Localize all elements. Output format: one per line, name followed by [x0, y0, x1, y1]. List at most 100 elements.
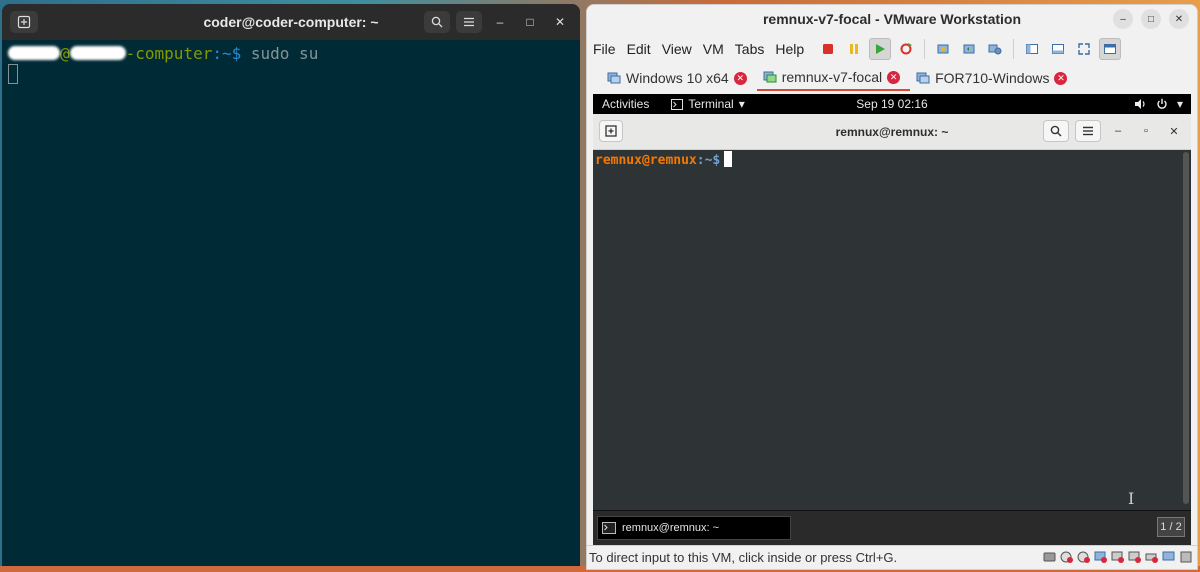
menu-bar: File Edit View VM Tabs Help: [587, 33, 1197, 65]
close-button[interactable]: ✕: [1169, 9, 1189, 29]
cd-drive-icon[interactable]: [1060, 550, 1074, 564]
tab-remnux-v7-focal[interactable]: remnux-v7-focal ✕: [756, 65, 911, 91]
tab-for710-windows[interactable]: FOR710-Windows ✕: [910, 65, 1077, 91]
network-adapter-icon[interactable]: [1094, 550, 1108, 564]
vmware-window[interactable]: remnux-v7-focal - VMware Workstation – □…: [586, 4, 1198, 570]
vm-display[interactable]: Activities Terminal ▾ Sep 19 02:16 ▾ rem…: [593, 94, 1191, 546]
search-button[interactable]: [1043, 120, 1069, 142]
full-screen-button[interactable]: [1073, 38, 1095, 60]
redacted-username: [8, 46, 60, 60]
close-button[interactable]: ✕: [548, 11, 572, 33]
terminal-cursor: [8, 64, 18, 84]
thumbnail-bar-button[interactable]: [1047, 38, 1069, 60]
power-on-button[interactable]: [869, 38, 892, 60]
prompt-user: remnux@remnux: [595, 153, 697, 168]
status-text: To direct input to this VM, click inside…: [589, 550, 898, 565]
power-off-icon: [823, 44, 834, 54]
show-library-button[interactable]: [1021, 38, 1043, 60]
snapshot-icon: [937, 44, 949, 54]
messages-icon[interactable]: [1179, 550, 1193, 564]
power-icon: [1157, 98, 1167, 109]
hard-disk-icon[interactable]: [1043, 550, 1057, 564]
unity-button[interactable]: [1099, 38, 1122, 60]
minimize-button[interactable]: –: [1107, 120, 1129, 142]
maximize-icon: □: [1147, 13, 1155, 25]
full-screen-icon: [1078, 43, 1090, 55]
device-icons: [1043, 550, 1193, 564]
vm-tab-bar: Windows 10 x64 ✕ remnux-v7-focal ✕ FOR71…: [587, 65, 1197, 91]
activities-button[interactable]: Activities: [602, 97, 649, 111]
guest-terminal-output[interactable]: remnux@remnux:~$: [593, 150, 1181, 510]
menu-view[interactable]: View: [662, 41, 692, 57]
tab-label: remnux-v7-focal: [781, 69, 883, 85]
prompt-path: :~$: [212, 44, 242, 63]
guest-terminal-window[interactable]: remnux@remnux: ~ – ▫ ✕ remnux@remnux:~$: [593, 114, 1191, 546]
sound-card-icon[interactable]: [1128, 550, 1142, 564]
host-terminal-headerbar: coder@coder-computer: ~ – □ ✕: [2, 4, 580, 40]
minimize-button[interactable]: –: [488, 11, 512, 33]
new-tab-button[interactable]: [10, 11, 38, 33]
snapshot-manager-icon: [988, 44, 1002, 55]
maximize-button[interactable]: □: [1141, 9, 1161, 29]
revert-snapshot-button[interactable]: [958, 38, 980, 60]
vmware-titlebar: remnux-v7-focal - VMware Workstation – □…: [587, 5, 1197, 33]
chevron-down-icon: ▾: [738, 97, 745, 111]
tab-close-icon[interactable]: ✕: [1054, 71, 1068, 85]
menu-edit[interactable]: Edit: [627, 41, 651, 57]
reset-icon: [900, 43, 913, 55]
display-icon[interactable]: [1162, 550, 1176, 564]
hamburger-menu-button[interactable]: [456, 11, 482, 33]
minimize-icon: –: [496, 15, 504, 29]
search-button[interactable]: [424, 11, 450, 33]
tab-label: Windows 10 x64: [626, 70, 729, 86]
menu-file[interactable]: File: [593, 41, 616, 57]
power-off-button[interactable]: [817, 38, 839, 60]
terminal-icon: [671, 98, 684, 110]
minimize-icon: –: [1114, 125, 1122, 137]
taskbar-item-terminal[interactable]: remnux@remnux: ~: [597, 516, 791, 540]
play-icon: [876, 44, 886, 54]
new-tab-icon: [17, 15, 31, 29]
host-terminal-window[interactable]: coder@coder-computer: ~ – □ ✕ @ -compute…: [2, 4, 580, 566]
tab-close-icon[interactable]: ✕: [733, 71, 747, 85]
snapshot-button[interactable]: [932, 38, 954, 60]
app-menu-terminal[interactable]: Terminal ▾: [671, 97, 745, 111]
usb-icon[interactable]: [1111, 550, 1125, 564]
suspend-button[interactable]: [843, 38, 865, 60]
menu-vm[interactable]: VM: [703, 41, 724, 57]
tab-windows-10-x64[interactable]: Windows 10 x64 ✕: [601, 65, 757, 91]
prompt-path: :~$: [696, 153, 721, 168]
maximize-button[interactable]: ▫: [1135, 120, 1157, 142]
hamburger-menu-button[interactable]: [1075, 120, 1101, 142]
new-tab-button[interactable]: [599, 120, 623, 142]
vm-icon: [916, 72, 930, 84]
redacted-hostname: [69, 46, 126, 60]
snapshot-manager-button[interactable]: [984, 38, 1006, 60]
mouse-cursor-ibeam: I: [1128, 489, 1135, 508]
reset-button[interactable]: [895, 38, 917, 60]
close-button[interactable]: ✕: [1163, 120, 1185, 142]
minimize-button[interactable]: –: [1113, 9, 1133, 29]
close-icon: ✕: [1169, 125, 1179, 138]
gnome-top-bar: Activities Terminal ▾ Sep 19 02:16 ▾: [593, 94, 1191, 114]
maximize-button[interactable]: □: [518, 11, 542, 33]
scrollbar[interactable]: [1183, 152, 1189, 504]
menu-tabs[interactable]: Tabs: [735, 41, 765, 57]
guest-terminal-headerbar: remnux@remnux: ~ – ▫ ✕: [593, 114, 1191, 150]
search-icon: [1050, 125, 1062, 137]
workspace-switcher[interactable]: 1 / 2: [1157, 517, 1185, 537]
menu-help[interactable]: Help: [775, 41, 804, 57]
maximize-icon: ▫: [1144, 125, 1148, 137]
typed-command: sudo su: [250, 44, 319, 63]
revert-snapshot-icon: [963, 44, 975, 54]
terminal-icon: [602, 522, 616, 534]
cd-drive-icon[interactable]: [1077, 550, 1091, 564]
printer-icon[interactable]: [1145, 550, 1159, 564]
system-menu[interactable]: ▾: [1134, 94, 1183, 114]
toolbar: [817, 38, 1122, 60]
thumbnail-bar-icon: [1052, 44, 1065, 54]
tab-label: FOR710-Windows: [935, 70, 1050, 86]
window-title: remnux-v7-focal - VMware Workstation: [762, 11, 1022, 27]
host-terminal-output[interactable]: @ -computer:~$ sudo su: [2, 40, 580, 88]
tab-close-icon[interactable]: ✕: [887, 70, 901, 84]
